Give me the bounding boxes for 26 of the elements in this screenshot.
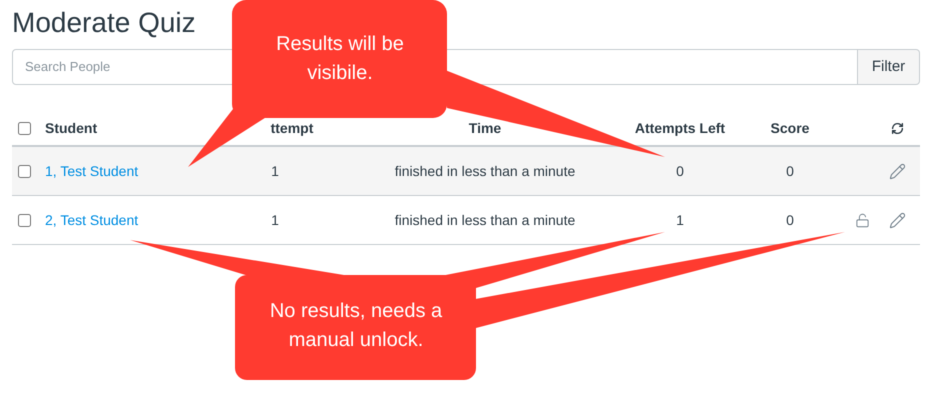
filter-button[interactable]: Filter — [858, 49, 920, 85]
checkbox[interactable] — [18, 122, 31, 134]
table-cell-text: 0 — [786, 162, 794, 180]
table-cell-text: finished in less than a minute — [394, 210, 576, 230]
unlock-icon[interactable] — [854, 212, 870, 228]
column-header: ttempt — [270, 118, 314, 138]
checkbox[interactable] — [18, 164, 31, 178]
pencil-icon[interactable] — [888, 162, 906, 180]
table-cell-text: 1 — [271, 210, 279, 230]
column-header: Time — [468, 118, 502, 138]
pencil-icon[interactable] — [888, 212, 906, 228]
table-cell-text: 0 — [786, 210, 794, 230]
refresh-icon[interactable] — [890, 122, 904, 134]
table-cell-text: finished in less than a minute — [394, 162, 576, 180]
table-cell-text: 1 — [676, 210, 684, 230]
student-link[interactable]: 1, Test Student — [40, 160, 138, 182]
checkbox[interactable] — [18, 214, 31, 226]
callout-text: No results, needs a manual unlock. — [268, 299, 444, 353]
page-title: Moderate Quiz — [12, 6, 196, 40]
column-header: Student — [44, 118, 98, 138]
table-cell-text: 0 — [676, 162, 684, 180]
column-header: Score — [770, 118, 810, 138]
column-header: Attempts Left — [634, 118, 726, 138]
table-cell-text: 1 — [271, 162, 279, 180]
callout-text: Results will be visibile. — [275, 32, 405, 86]
student-link[interactable]: 2, Test Student — [40, 210, 138, 230]
